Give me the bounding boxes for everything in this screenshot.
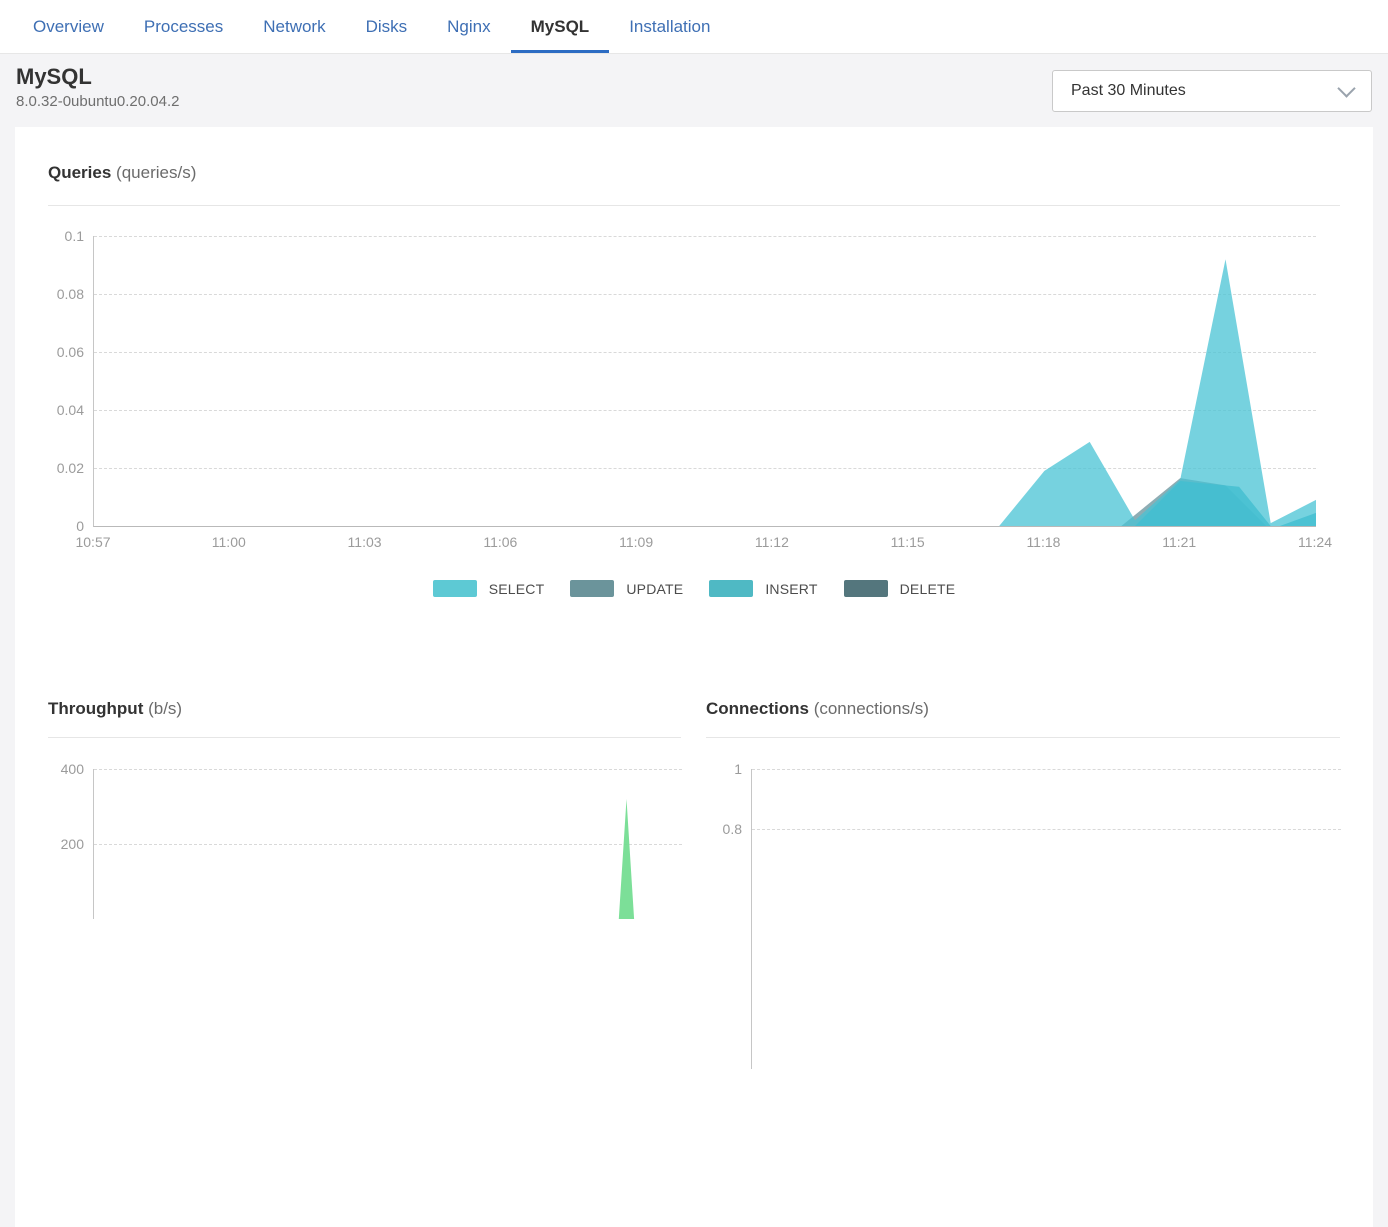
time-range-value: Past 30 Minutes [1071, 82, 1186, 100]
tab-mysql[interactable]: MySQL [511, 0, 610, 53]
throughput-plot [93, 769, 682, 919]
legend-item-insert: INSERT [709, 580, 817, 597]
y-axis-label: 1 [706, 760, 742, 778]
x-axis-label: 11:06 [483, 534, 517, 550]
throughput-chart: 400200 [48, 769, 681, 919]
page-header: MySQL 8.0.32-0ubuntu0.20.04.2 Past 30 Mi… [0, 54, 1388, 127]
y-axis-label: 0 [48, 517, 84, 535]
legend-label: SELECT [489, 581, 545, 597]
divider [48, 205, 1340, 206]
tab-nginx[interactable]: Nginx [427, 0, 510, 53]
main-card: Queries (queries/s) 0.1 0.08 0.06 0.04 0.02 0… [15, 127, 1373, 1227]
legend-item-delete: DELETE [844, 580, 956, 597]
legend-swatch-delete [844, 580, 888, 597]
series-area-throughput [94, 799, 682, 919]
tab-installation[interactable]: Installation [609, 0, 730, 53]
mysql-version: 8.0.32-0ubuntu0.20.04.2 [16, 93, 179, 110]
x-axis-label: 11:03 [348, 534, 382, 550]
throughput-panel: Throughput (b/s) 400200 [48, 699, 681, 1069]
legend-label: UPDATE [626, 581, 683, 597]
chart-unit: (connections/s) [814, 699, 929, 718]
queries-legend: SELECT UPDATE INSERT DELETE [48, 580, 1340, 597]
y-axis-label: 0.06 [48, 343, 84, 361]
series-area-select [94, 259, 1316, 526]
time-range-select[interactable]: Past 30 Minutes [1052, 70, 1372, 112]
throughput-series-svg [94, 769, 682, 919]
y-axis-label: 400 [48, 760, 84, 778]
tab-network[interactable]: Network [243, 0, 345, 53]
queries-chart: 0.10.080.060.040.020 [48, 236, 1340, 527]
page-title-block: MySQL 8.0.32-0ubuntu0.20.04.2 [16, 64, 179, 127]
x-axis-label: 10:57 [75, 534, 110, 550]
x-axis-label: 11:24 [1298, 534, 1332, 550]
y-axis-label: 0.08 [48, 285, 84, 303]
x-axis-label: 11:09 [619, 534, 653, 550]
panel-title: Connections (connections/s) [706, 699, 1340, 719]
legend-swatch-select [433, 580, 477, 597]
connections-panel: Connections (connections/s) 10.8 [706, 699, 1340, 1069]
tab-overview[interactable]: Overview [13, 0, 124, 53]
legend-item-update: UPDATE [570, 580, 683, 597]
legend-swatch-insert [709, 580, 753, 597]
queries-series-svg [94, 236, 1316, 526]
y-axis-label: 0.04 [48, 401, 84, 419]
panel-title: Queries (queries/s) [48, 127, 1340, 183]
queries-plot [93, 236, 1316, 527]
y-axis-label: 0.8 [706, 820, 742, 838]
queries-x-axis: 10:5711:0011:0311:0611:0911:1211:1511:18… [93, 534, 1340, 554]
page-title: MySQL [16, 64, 179, 90]
y-axis-label: 0.02 [48, 459, 84, 477]
connections-series-svg [752, 769, 1341, 1069]
divider [706, 737, 1340, 738]
chevron-down-icon [1337, 79, 1355, 97]
x-axis-label: 11:21 [1162, 534, 1196, 550]
chart-title: Throughput [48, 699, 143, 718]
x-axis-label: 11:18 [1026, 534, 1060, 550]
chart-unit: (queries/s) [116, 163, 196, 182]
chart-unit: (b/s) [148, 699, 182, 718]
legend-item-select: SELECT [433, 580, 545, 597]
y-axis-label: 0.1 [48, 227, 84, 245]
x-axis-label: 11:00 [212, 534, 246, 550]
chart-title: Connections [706, 699, 809, 718]
tab-bar: OverviewProcessesNetworkDisksNginxMySQLI… [0, 0, 1388, 54]
legend-label: INSERT [765, 581, 817, 597]
x-axis-label: 11:15 [891, 534, 925, 550]
chart-title: Queries [48, 163, 111, 182]
connections-chart: 10.8 [706, 769, 1340, 1069]
connections-plot [751, 769, 1341, 1069]
panel-title: Throughput (b/s) [48, 699, 681, 719]
y-axis-label: 200 [48, 835, 84, 853]
queries-panel: Queries (queries/s) 0.1 0.08 0.06 0.04 0.02 0… [48, 127, 1340, 597]
bottom-charts-grid: Throughput (b/s) 400200 Connections (con… [48, 699, 1340, 1069]
legend-label: DELETE [900, 581, 956, 597]
tab-disks[interactable]: Disks [346, 0, 428, 53]
tab-processes[interactable]: Processes [124, 0, 243, 53]
legend-swatch-update [570, 580, 614, 597]
divider [48, 737, 681, 738]
x-axis-label: 11:12 [755, 534, 789, 550]
